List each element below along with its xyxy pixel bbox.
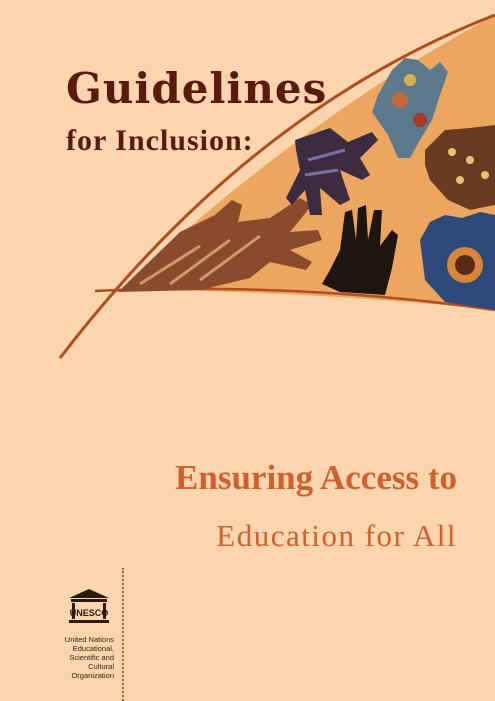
logo-text: UNESCO bbox=[70, 608, 109, 618]
org-line: United Nations bbox=[64, 635, 114, 644]
organization-name: United Nations Educational, Scientific a… bbox=[48, 635, 114, 680]
org-line: Educational, bbox=[72, 644, 114, 653]
unesco-temple-icon: UNESCO bbox=[69, 589, 109, 623]
org-line: Scientific and bbox=[69, 653, 114, 662]
heading-line1: Ensuring Access to bbox=[175, 458, 457, 497]
dotted-divider bbox=[122, 568, 124, 701]
title-main: Guidelines bbox=[66, 64, 328, 113]
title-sub: for Inclusion: bbox=[66, 124, 254, 157]
org-line: Cultural Organization bbox=[71, 662, 114, 680]
heading-line2: Education for All bbox=[216, 518, 457, 553]
